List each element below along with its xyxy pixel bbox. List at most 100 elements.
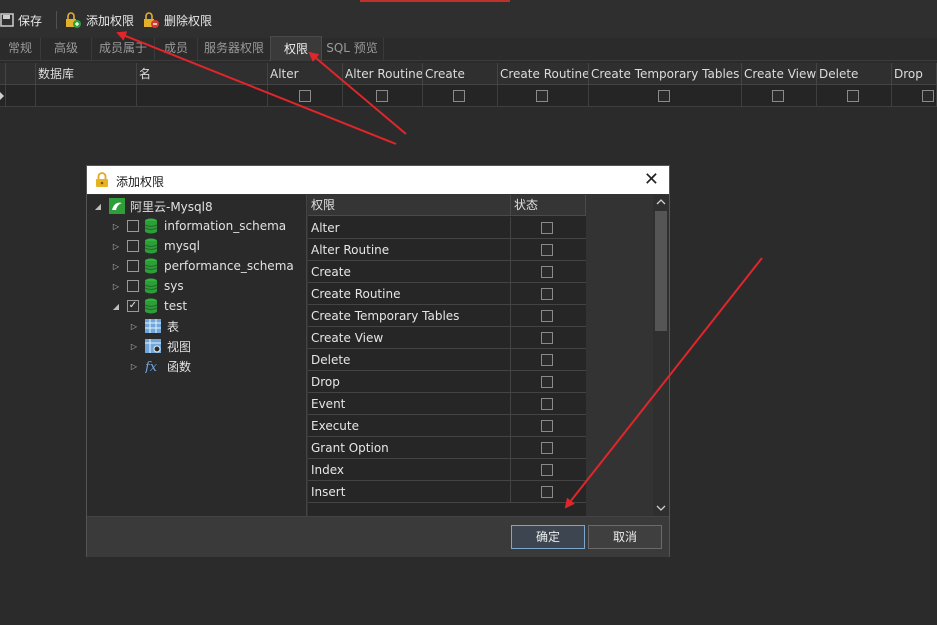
privilege-name: Create Temporary Tables [311,309,460,323]
column-header-drop[interactable]: Drop [892,63,937,85]
privilege-row[interactable]: Create View [308,327,586,349]
column-header-status[interactable]: 状态 [511,195,586,216]
privilege-checkbox[interactable] [541,244,553,256]
privilege-row[interactable]: Create Routine [308,283,586,305]
column-header-alter-routine[interactable]: Alter Routine [343,63,423,85]
privilege-row[interactable]: Delete [308,349,586,371]
scroll-down-icon[interactable] [656,504,666,512]
privilege-row[interactable]: Index [308,459,586,481]
collapsed-arrow-icon[interactable]: ▷ [129,341,139,351]
privilege-checkbox[interactable] [541,266,553,278]
close-icon[interactable]: ✕ [644,171,659,189]
collapsed-arrow-icon[interactable]: ▷ [129,361,139,371]
column-divider [510,415,511,437]
function-icon: fx [145,360,158,373]
ok-button[interactable]: 确定 [511,525,585,549]
column-divider [510,371,511,393]
database-icon [144,238,158,254]
privilege-row[interactable]: Grant Option [308,437,586,459]
expanded-arrow-icon[interactable]: ◢ [111,301,121,311]
tab-bar: 常规 高级 成员属于 成员 服务器权限 权限 SQL 预览 [0,36,937,61]
tab-server-privileges[interactable]: 服务器权限 [198,38,271,60]
collapsed-arrow-icon[interactable]: ▷ [111,241,121,251]
privilege-checkbox[interactable] [541,442,553,454]
tree-node-database[interactable]: ▷ mysql [111,236,200,256]
grid-cell-database[interactable] [36,85,137,107]
tab-general[interactable]: 常规 [0,38,41,60]
collapsed-arrow-icon[interactable]: ▷ [129,321,139,331]
privilege-row[interactable]: Insert [308,481,586,503]
tab-sql-preview[interactable]: SQL 预览 [321,38,384,60]
column-header-name[interactable]: 名 [137,63,268,85]
create-routine-checkbox[interactable] [536,90,548,102]
privilege-row[interactable]: Event [308,393,586,415]
vertical-scrollbar[interactable] [653,195,669,516]
alter-checkbox[interactable] [299,90,311,102]
drop-checkbox[interactable] [922,90,934,102]
delete-privilege-button[interactable]: 删除权限 [142,11,212,29]
privilege-row[interactable]: Drop [308,371,586,393]
privilege-checkbox[interactable] [541,376,553,388]
alter-routine-checkbox[interactable] [376,90,388,102]
database-checkbox[interactable] [127,220,139,232]
tab-member-of[interactable]: 成员属于 [92,38,155,60]
collapsed-arrow-icon[interactable]: ▷ [111,221,121,231]
privilege-row[interactable]: Execute [308,415,586,437]
save-button[interactable]: 保存 [0,11,42,29]
lock-add-icon [66,12,81,28]
tree-node-database[interactable]: ▷ performance_schema [111,256,294,276]
add-privilege-button[interactable]: 添加权限 [64,11,134,29]
privilege-checkbox[interactable] [541,486,553,498]
collapsed-arrow-icon[interactable]: ▷ [111,261,121,271]
privilege-checkbox[interactable] [541,464,553,476]
tree-node-database[interactable]: ▷ sys [111,276,184,296]
tree-node-functions[interactable]: ▷ fx 函数 [129,356,191,376]
database-name: performance_schema [164,259,294,273]
privilege-checkbox[interactable] [541,332,553,344]
column-header-create-view[interactable]: Create View [742,63,817,85]
column-header-privilege[interactable]: 权限 [308,195,511,216]
tab-privileges[interactable]: 权限 [270,36,322,61]
tab-advanced[interactable]: 高级 [41,38,92,60]
database-checkbox[interactable] [127,280,139,292]
expanded-arrow-icon[interactable]: ◢ [93,201,103,211]
tree-node-connection[interactable]: ◢ 阿里云-Mysql8 [93,196,213,216]
column-header-alter[interactable]: Alter [268,63,343,85]
tree-node-tables[interactable]: ▷ 表 [129,316,179,336]
privilege-checkbox[interactable] [541,310,553,322]
database-checkbox[interactable] [127,240,139,252]
create-temporary-tables-checkbox[interactable] [658,90,670,102]
collapsed-arrow-icon[interactable]: ▷ [111,281,121,291]
column-header-delete[interactable]: Delete [817,63,892,85]
privilege-row[interactable]: Create Temporary Tables [308,305,586,327]
tree-node-database[interactable]: ◢ ✓ test [111,296,187,316]
column-header-create[interactable]: Create [423,63,498,85]
column-divider [510,349,511,371]
privilege-checkbox[interactable] [541,354,553,366]
privilege-row[interactable]: Alter Routine [308,239,586,261]
database-checkbox-checked[interactable]: ✓ [127,300,139,312]
tree-node-database[interactable]: ▷ information_schema [111,216,286,236]
tab-members[interactable]: 成员 [155,38,198,60]
create-checkbox[interactable] [453,90,465,102]
privilege-checkbox[interactable] [541,222,553,234]
tree-node-views[interactable]: ▷ 视图 [129,336,191,356]
create-view-checkbox[interactable] [772,90,784,102]
privileges-list: 权限 状态 Alter Alter Routine Create Create … [308,195,586,516]
cancel-button[interactable]: 取消 [588,525,662,549]
grid-cell-name[interactable] [137,85,268,107]
delete-checkbox[interactable] [847,90,859,102]
privilege-row[interactable]: Create [308,261,586,283]
privilege-checkbox[interactable] [541,398,553,410]
privilege-checkbox[interactable] [541,420,553,432]
database-checkbox[interactable] [127,260,139,272]
column-header-database[interactable]: 数据库 [36,63,137,85]
privilege-checkbox[interactable] [541,288,553,300]
column-header-create-routine[interactable]: Create Routine [498,63,589,85]
column-header-create-temporary-tables[interactable]: Create Temporary Tables [589,63,742,85]
privilege-row[interactable]: Alter [308,217,586,239]
scrollbar-thumb[interactable] [655,211,667,331]
scroll-up-icon[interactable] [656,198,666,206]
delete-privilege-label: 删除权限 [164,13,213,28]
connection-name: 阿里云-Mysql8 [130,199,213,214]
